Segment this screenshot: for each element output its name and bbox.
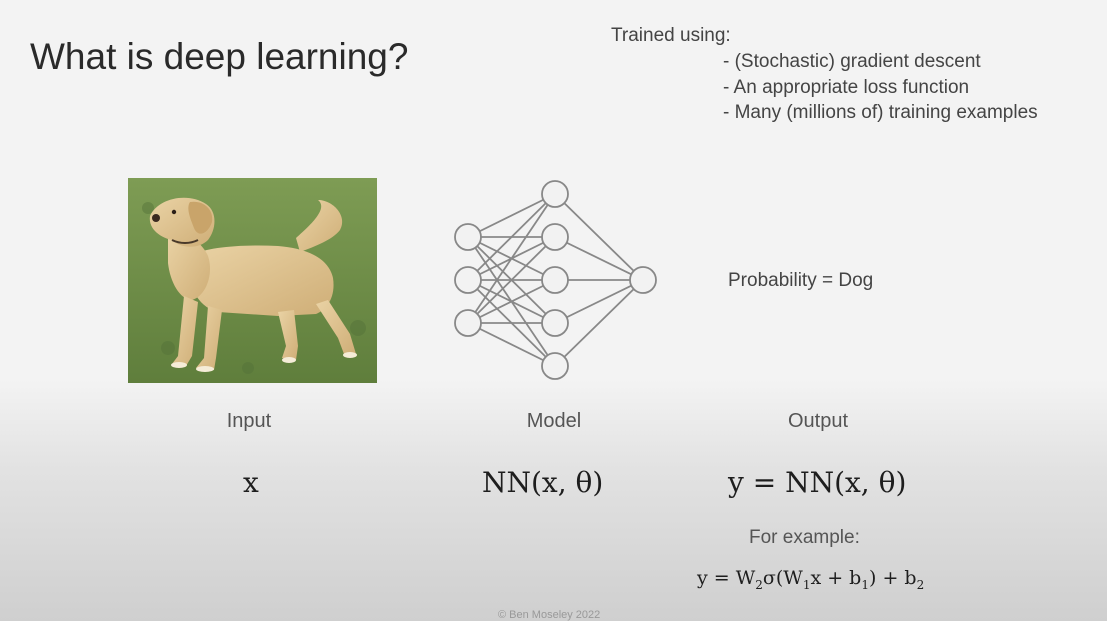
- network-node: [454, 266, 482, 294]
- network-node: [454, 223, 482, 251]
- input-variable: x: [243, 466, 259, 499]
- example-label: For example:: [749, 527, 860, 548]
- network-edge: [554, 279, 644, 324]
- equation-part: σ(W: [762, 567, 803, 589]
- network-node: [541, 223, 569, 251]
- network-node: [541, 352, 569, 380]
- network-edge: [554, 236, 644, 281]
- dog-photo: [128, 178, 377, 383]
- input-label: Input: [226, 410, 272, 432]
- network-edge: [467, 193, 556, 324]
- output-probability-text: Probability = Dog: [728, 270, 874, 291]
- output-expression: y = NN(x, θ): [728, 466, 907, 499]
- equation-part: y = W: [697, 567, 756, 589]
- network-node: [541, 309, 569, 337]
- network-node: [454, 309, 482, 337]
- output-label: Output: [787, 410, 849, 432]
- training-list: - (Stochastic) gradient descent - An app…: [723, 49, 1038, 126]
- training-item: - An appropriate loss function: [723, 76, 970, 98]
- equation-subscript: 2: [755, 577, 763, 592]
- network-node: [629, 266, 657, 294]
- copyright-notice: © Ben Moseley 2022: [498, 609, 601, 621]
- training-heading: Trained using:: [611, 25, 731, 46]
- equation-subscript: 2: [916, 577, 925, 592]
- slide-title: What is deep learning?: [30, 36, 409, 77]
- training-item: - Many (millions of) training examples: [723, 102, 1038, 123]
- neural-network-diagram: [454, 180, 657, 380]
- equation-part: ) + b: [869, 567, 917, 589]
- network-node: [541, 180, 569, 208]
- equation-part: x + b: [810, 567, 862, 589]
- model-expression: NN(x, θ): [482, 466, 604, 499]
- model-label: Model: [526, 410, 582, 432]
- training-item: - (Stochastic) gradient descent: [723, 51, 981, 72]
- equation-subscript: 1: [861, 577, 869, 592]
- network-edge: [467, 322, 556, 367]
- network-edge: [467, 193, 556, 238]
- network-node: [541, 266, 569, 294]
- example-equation: y = W2σ(W1x + b1) + b2: [697, 567, 924, 592]
